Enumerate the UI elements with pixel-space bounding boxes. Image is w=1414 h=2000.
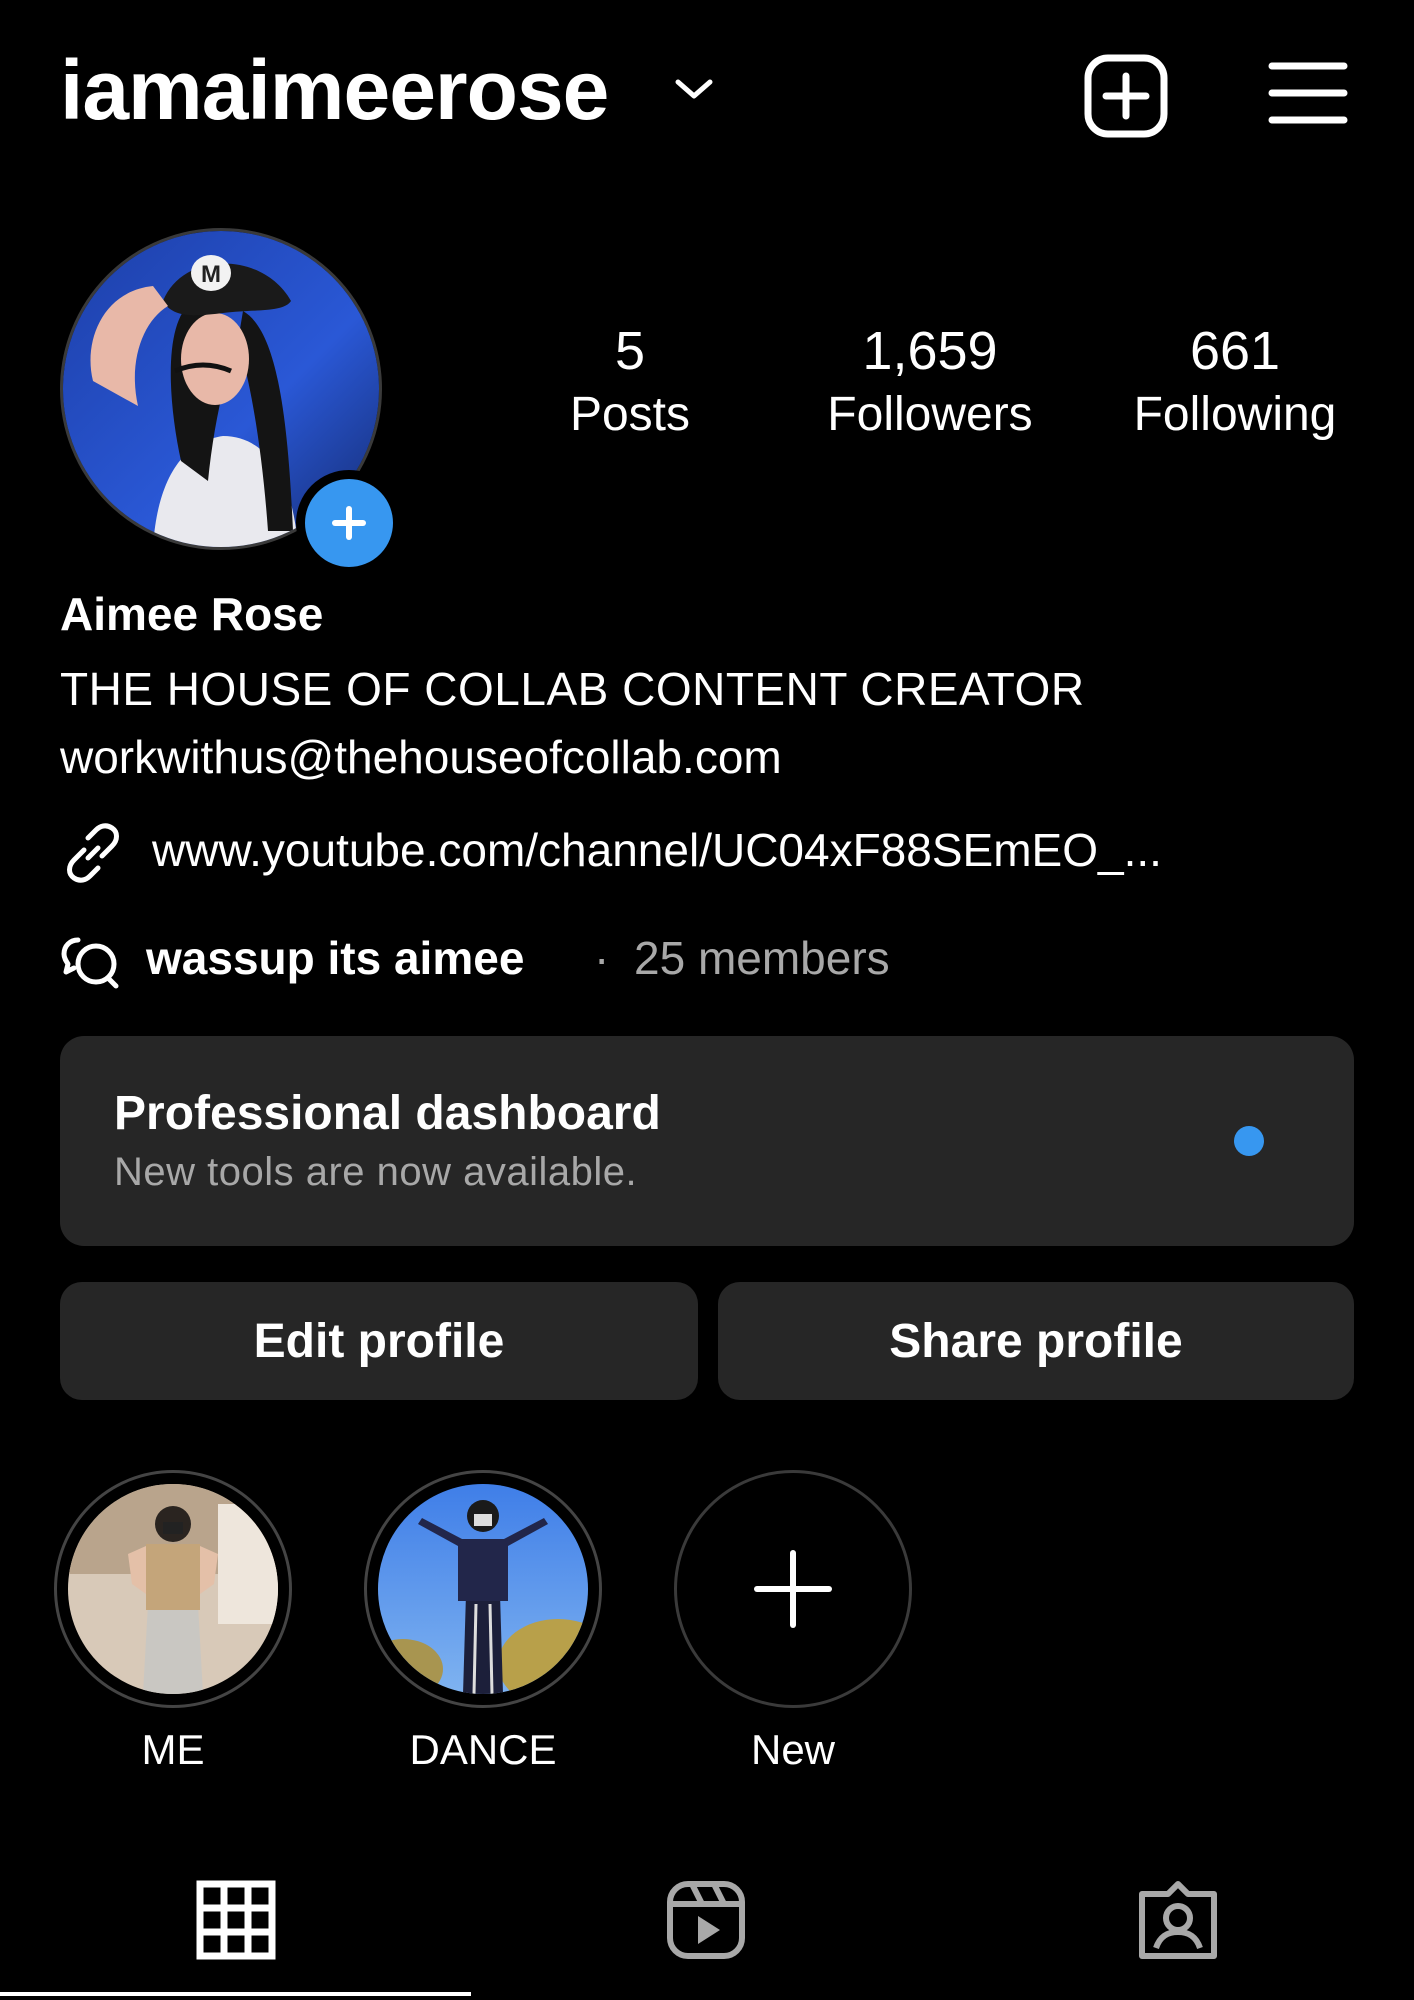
profile-link[interactable]: www.youtube.com/channel/UC04xF88SEmEO_..…: [152, 820, 1162, 880]
followers-stat[interactable]: 1,659 Followers: [800, 318, 1060, 446]
posts-count: 5: [614, 321, 646, 381]
reels-icon[interactable]: [666, 1880, 746, 1960]
plus-icon: [754, 1550, 832, 1628]
menu-icon[interactable]: [1268, 58, 1348, 128]
bio-line-1: THE HOUSE OF COLLAB CONTENT CREATOR: [60, 663, 1085, 715]
edit-profile-button[interactable]: Edit profile: [60, 1282, 698, 1400]
svg-text:M: M: [201, 261, 221, 288]
new-highlight-button[interactable]: [674, 1470, 912, 1708]
posts-label: Posts: [569, 388, 691, 441]
dashboard-subtitle: New tools are now available.: [114, 1150, 638, 1194]
chevron-down-icon[interactable]: [672, 74, 716, 104]
highlight-me[interactable]: [54, 1470, 292, 1708]
link-icon: [67, 823, 119, 883]
tagged-icon[interactable]: [1138, 1880, 1218, 1960]
highlight-label: DANCE: [409, 1726, 557, 1773]
dashboard-title: Professional dashboard: [114, 1087, 661, 1140]
channel-separator: ·: [594, 932, 610, 984]
channel-members: 25 members: [634, 932, 890, 984]
posts-stat[interactable]: 5 Posts: [540, 318, 720, 446]
channel-name[interactable]: wassup its aimee: [146, 928, 524, 988]
following-stat[interactable]: 661 Following: [1110, 318, 1360, 446]
add-story-button[interactable]: [296, 470, 402, 576]
highlight-cover-image: [378, 1484, 588, 1694]
following-label: Following: [1133, 388, 1337, 441]
highlight-dance[interactable]: [364, 1470, 602, 1708]
followers-count: 1,659: [862, 321, 998, 381]
following-count: 661: [1189, 321, 1281, 381]
grid-icon[interactable]: [196, 1880, 276, 1960]
highlight-cover-image: [68, 1484, 278, 1694]
notification-dot: [1234, 1126, 1264, 1156]
profile-name: Aimee Rose: [60, 588, 324, 640]
followers-label: Followers: [827, 388, 1033, 441]
bio-email[interactable]: workwithus@thehouseofcollab.com: [60, 728, 782, 786]
active-tab-indicator: [0, 1992, 471, 1996]
highlight-label: ME: [141, 1726, 205, 1773]
new-post-icon[interactable]: [1082, 52, 1170, 140]
profile-username[interactable]: iamaimeerose: [60, 40, 609, 140]
broadcast-channel-icon: [61, 937, 119, 989]
share-profile-button[interactable]: Share profile: [718, 1282, 1354, 1400]
highlight-label: New: [750, 1726, 836, 1773]
plus-icon: [332, 506, 366, 540]
